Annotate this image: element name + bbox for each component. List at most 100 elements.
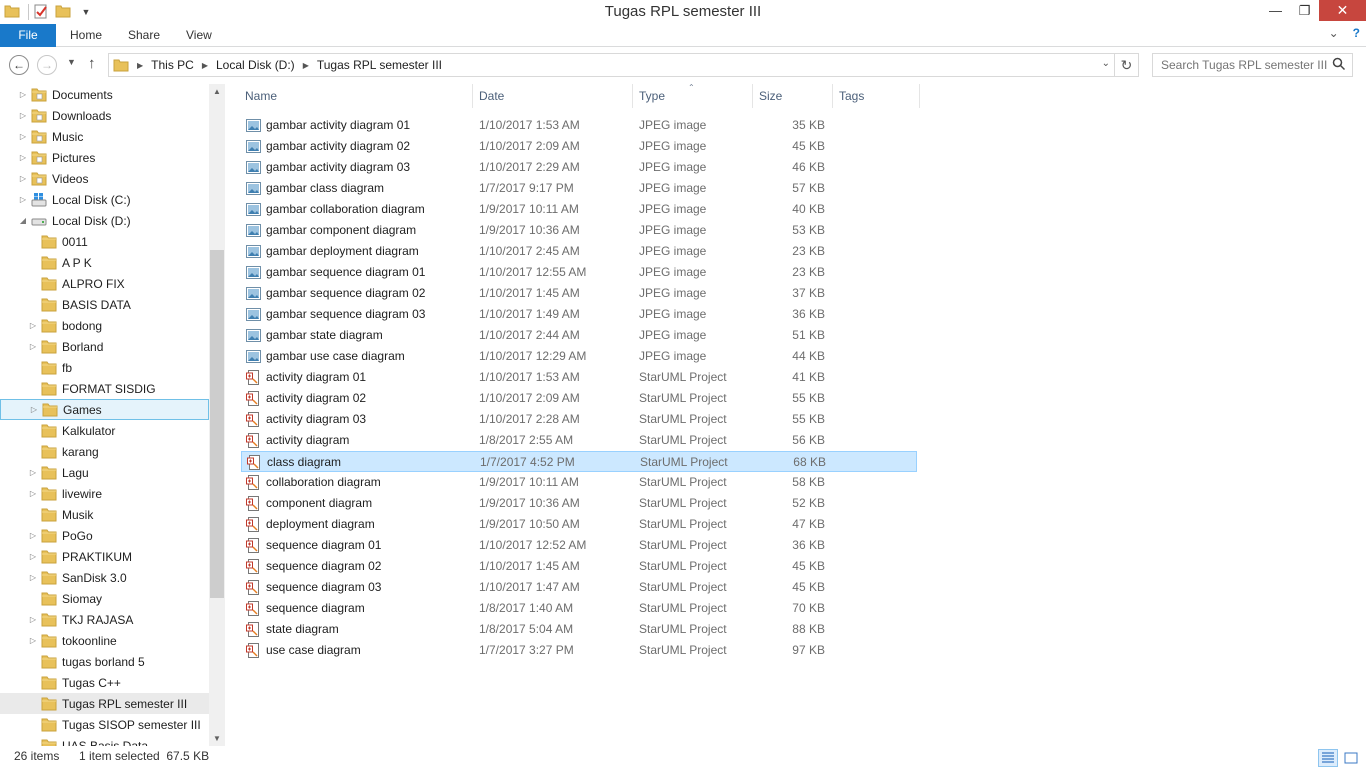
nav-item[interactable]: karang — [0, 441, 209, 462]
breadcrumb-this-pc[interactable]: This PC — [151, 58, 194, 72]
tab-share[interactable]: Share — [128, 24, 160, 47]
file-row[interactable]: class diagram 1/7/2017 4:52 PM StarUML Pro… — [241, 451, 917, 472]
navigation-pane-scrollbar[interactable]: ▲ ▼ — [209, 84, 225, 746]
nav-item[interactable]: Musik — [0, 504, 209, 525]
expand-arrow-icon[interactable]: ▷ — [28, 342, 38, 351]
expand-arrow-icon[interactable]: ▷ — [28, 615, 38, 624]
nav-item[interactable]: ▷ Local Disk (C:) — [0, 189, 209, 210]
nav-item[interactable]: Tugas C++ — [0, 672, 209, 693]
minimize-button[interactable]: — — [1261, 0, 1290, 21]
address-bar[interactable]: ▶ This PC ▶ Local Disk (D:) ▶ Tugas RPL … — [108, 53, 1115, 77]
nav-item[interactable]: ▷ Borland — [0, 336, 209, 357]
column-header-name[interactable]: Name — [241, 84, 473, 108]
nav-item[interactable]: ▷ Lagu — [0, 462, 209, 483]
nav-item[interactable]: ▷ TKJ RAJASA — [0, 609, 209, 630]
nav-item[interactable]: 0011 — [0, 231, 209, 252]
file-row[interactable]: state diagram 1/8/2017 5:04 AM StarUML Pro… — [241, 619, 917, 640]
nav-item[interactable]: ▷ Videos — [0, 168, 209, 189]
nav-item[interactable]: FORMAT SISDIG — [0, 378, 209, 399]
collapse-arrow-icon[interactable]: ◢ — [18, 216, 28, 225]
expand-arrow-icon[interactable]: ▷ — [28, 636, 38, 645]
file-row[interactable]: use case diagram 1/7/2017 3:27 PM StarUML … — [241, 640, 917, 661]
column-header-date[interactable]: Date — [475, 84, 633, 108]
expand-arrow-icon[interactable]: ▷ — [28, 552, 38, 561]
file-row[interactable]: activity diagram 01 1/10/2017 1:53 AM Star… — [241, 367, 917, 388]
expand-arrow-icon[interactable]: ▷ — [28, 531, 38, 540]
column-header-tags[interactable]: Tags — [835, 84, 920, 108]
file-row[interactable]: activity diagram 1/8/2017 2:55 AM StarUML … — [241, 430, 917, 451]
expand-arrow-icon[interactable]: ▷ — [28, 468, 38, 477]
expand-arrow-icon[interactable]: ▷ — [18, 174, 28, 183]
search-input[interactable] — [1152, 53, 1353, 77]
help-icon[interactable]: ? — [1353, 26, 1360, 40]
file-row[interactable]: gambar sequence diagram 03 1/10/2017 1:49… — [241, 304, 917, 325]
recent-locations-chevron-icon[interactable]: ▼ — [67, 57, 76, 67]
nav-item[interactable]: ▷ Downloads — [0, 105, 209, 126]
file-row[interactable]: deployment diagram 1/9/2017 10:50 AM StarU… — [241, 514, 917, 535]
close-button[interactable]: ✕ — [1319, 0, 1366, 21]
file-row[interactable]: gambar class diagram 1/7/2017 9:17 PM JPEG… — [241, 178, 917, 199]
file-row[interactable]: gambar use case diagram 1/10/2017 12:29 A… — [241, 346, 917, 367]
breadcrumb-local-disk-d[interactable]: Local Disk (D:) — [216, 58, 295, 72]
expand-arrow-icon[interactable]: ▷ — [18, 111, 28, 120]
file-row[interactable]: collaboration diagram 1/9/2017 10:11 AM St… — [241, 472, 917, 493]
file-row[interactable]: gambar sequence diagram 01 1/10/2017 12:5… — [241, 262, 917, 283]
nav-item[interactable]: UAS Basis Data — [0, 735, 209, 746]
search-icon[interactable] — [1332, 57, 1346, 71]
file-row[interactable]: sequence diagram 03 1/10/2017 1:47 AM Star… — [241, 577, 917, 598]
expand-arrow-icon[interactable]: ▷ — [18, 153, 28, 162]
expand-arrow-icon[interactable]: ▷ — [18, 195, 28, 204]
nav-item[interactable]: ▷ tokoonline — [0, 630, 209, 651]
nav-item[interactable]: Tugas SISOP semester III — [0, 714, 209, 735]
scrollbar-thumb[interactable] — [210, 250, 224, 598]
file-row[interactable]: activity diagram 03 1/10/2017 2:28 AM Star… — [241, 409, 917, 430]
address-dropdown-icon[interactable]: ⌄ — [1102, 58, 1110, 69]
navigation-pane[interactable]: ▷ Documents ▷ Downloads ▷ Music ▷ Pictures ▷ Vide… — [0, 84, 225, 746]
expand-ribbon-icon[interactable]: ⌄ — [1329, 26, 1339, 40]
expand-arrow-icon[interactable]: ▷ — [29, 405, 39, 414]
file-row[interactable]: activity diagram 02 1/10/2017 2:09 AM Star… — [241, 388, 917, 409]
file-row[interactable]: component diagram 1/9/2017 10:36 AM StarUM… — [241, 493, 917, 514]
breadcrumb-separator-icon[interactable]: ▶ — [137, 61, 143, 70]
back-button[interactable]: ← — [9, 55, 29, 75]
details-view-button[interactable] — [1318, 749, 1338, 767]
tab-file[interactable]: File — [0, 24, 56, 47]
nav-item[interactable]: Siomay — [0, 588, 209, 609]
nav-item[interactable]: ▷ Pictures — [0, 147, 209, 168]
file-row[interactable]: sequence diagram 01 1/10/2017 12:52 AM Sta… — [241, 535, 917, 556]
nav-item[interactable]: ▷ Games — [0, 399, 209, 420]
nav-item[interactable]: ▷ Documents — [0, 84, 209, 105]
title-bar[interactable]: ▼ Tugas RPL semester III — ❐ ✕ — [0, 0, 1366, 24]
nav-item[interactable]: ▷ PRAKTIKUM — [0, 546, 209, 567]
nav-item[interactable]: Tugas RPL semester III — [0, 693, 209, 714]
tab-home[interactable]: Home — [70, 24, 102, 47]
breadcrumb-separator-icon[interactable]: ▶ — [303, 61, 309, 70]
nav-item[interactable]: tugas borland 5 — [0, 651, 209, 672]
column-header-size[interactable]: Size — [755, 84, 833, 108]
file-row[interactable]: gambar component diagram 1/9/2017 10:36 A… — [241, 220, 917, 241]
expand-arrow-icon[interactable]: ▷ — [28, 321, 38, 330]
tab-view[interactable]: View — [186, 24, 212, 47]
breadcrumb-separator-icon[interactable]: ▶ — [202, 61, 208, 70]
restore-button[interactable]: ❐ — [1290, 0, 1319, 21]
file-row[interactable]: gambar activity diagram 01 1/10/2017 1:53… — [241, 115, 917, 136]
expand-arrow-icon[interactable]: ▷ — [28, 573, 38, 582]
large-icons-view-button[interactable] — [1341, 749, 1361, 767]
nav-item[interactable]: ◢ Local Disk (D:) — [0, 210, 209, 231]
file-row[interactable]: gambar deployment diagram 1/10/2017 2:45 … — [241, 241, 917, 262]
scroll-up-icon[interactable]: ▲ — [209, 87, 225, 96]
nav-item[interactable]: ▷ SanDisk 3.0 — [0, 567, 209, 588]
nav-item[interactable]: ▷ bodong — [0, 315, 209, 336]
forward-button[interactable]: → — [37, 55, 57, 75]
file-row[interactable]: gambar collaboration diagram 1/9/2017 10:… — [241, 199, 917, 220]
expand-arrow-icon[interactable]: ▷ — [28, 489, 38, 498]
nav-item[interactable]: A P K — [0, 252, 209, 273]
file-row[interactable]: gambar activity diagram 02 1/10/2017 2:09… — [241, 136, 917, 157]
nav-item[interactable]: ▷ livewire — [0, 483, 209, 504]
nav-item[interactable]: ALPRO FIX — [0, 273, 209, 294]
scroll-down-icon[interactable]: ▼ — [209, 734, 225, 743]
file-row[interactable]: gambar activity diagram 03 1/10/2017 2:29… — [241, 157, 917, 178]
nav-item[interactable]: Kalkulator — [0, 420, 209, 441]
nav-item[interactable]: fb — [0, 357, 209, 378]
refresh-button[interactable]: ↻ — [1115, 53, 1139, 77]
